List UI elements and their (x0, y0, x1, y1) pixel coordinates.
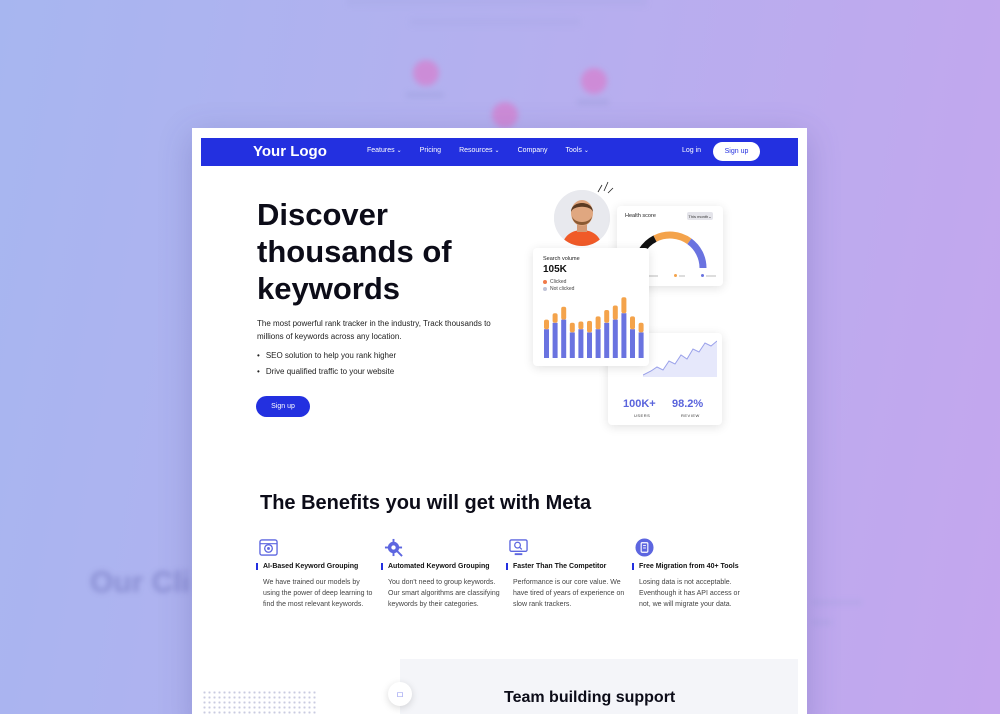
bar-clicked (569, 322, 575, 333)
background-label (406, 92, 444, 98)
bar-clicked (638, 322, 644, 333)
bar-chart (544, 297, 644, 358)
area-fill (643, 341, 717, 377)
person-illustration (554, 190, 610, 246)
users-label: USERS (634, 413, 651, 418)
ai-target-icon (259, 539, 278, 556)
bar-not-clicked (587, 332, 592, 358)
background-text-line (812, 620, 832, 625)
benefit-title: AI-Based Keyword Grouping (256, 563, 358, 570)
bar-clicked (587, 320, 592, 333)
benefit-title: Free Migration from 40+ Tools (632, 563, 739, 570)
bar-clicked (578, 321, 584, 330)
hero-description: The most powerful rank tracker in the in… (257, 319, 491, 341)
bar-clicked (612, 305, 618, 320)
chevron-down-icon: ⌄ (396, 148, 402, 154)
background-text-line (812, 600, 862, 605)
benefits-title: The Benefits you will get with Meta (260, 492, 592, 514)
benefit-desc: You don't need to group keywords. Our sm… (388, 579, 500, 608)
background-text-line (410, 18, 580, 26)
background-dot (413, 60, 439, 86)
avatar (554, 190, 610, 246)
nav-item-tools[interactable]: Tools ⌄ (566, 147, 589, 154)
logo[interactable]: Your Logo (253, 143, 327, 160)
background-text-line (347, 0, 647, 6)
gauge-segment (653, 231, 692, 245)
bar-not-clicked (595, 329, 601, 358)
search-volume-widget: Search volume 105K Clicked Not clicked (533, 248, 649, 366)
benefit-title: Faster Than The Competitor (506, 563, 606, 570)
background-heading: Our Cli (90, 566, 191, 599)
gear-tools-icon (384, 538, 403, 557)
bar-not-clicked (621, 313, 627, 358)
benefit-desc: Performance is our core value. We have t… (513, 579, 625, 608)
bar-clicked (544, 319, 549, 330)
background-dot (581, 68, 607, 94)
bar-not-clicked (578, 329, 584, 358)
period-dropdown[interactable]: This month ⌄ (687, 212, 713, 220)
nav-item-features[interactable]: Features ⌄ (367, 147, 402, 154)
bar-clicked (595, 316, 601, 330)
bar-not-clicked (638, 332, 644, 358)
bookmark-icon: □ (397, 689, 403, 699)
login-link[interactable]: Log in (682, 147, 701, 154)
bar-not-clicked (544, 329, 549, 358)
bar-clicked (630, 316, 635, 330)
sparkle-lines-icon (597, 181, 614, 194)
monitor-search-icon (509, 539, 528, 556)
benefit-desc: Losing data is not acceptable. Eventhoug… (639, 579, 740, 608)
health-score-title: Health score (625, 213, 656, 219)
nav-item-resources[interactable]: Resources ⌄ (459, 147, 500, 154)
hero-bullet: Drive qualified traffic to your website (257, 367, 396, 383)
signup-button-nav[interactable]: Sign up (713, 142, 760, 161)
migration-document-icon (635, 538, 654, 557)
hero-bullets: SEO solution to help you rank higher Dri… (257, 351, 396, 383)
bar-not-clicked (569, 332, 575, 358)
area-chart (643, 340, 717, 377)
hero-title: Discover thousands of keywords (257, 197, 452, 306)
benefit-desc: We have trained our models by using the … (263, 579, 373, 608)
benefit-title: Automated Keyword Grouping (381, 563, 490, 570)
bar-clicked (621, 297, 627, 314)
chevron-down-icon: ⌄ (583, 148, 589, 154)
hero-bullet: SEO solution to help you rank higher (257, 351, 396, 367)
bar-not-clicked (552, 322, 558, 358)
background-label (577, 99, 609, 105)
legend-not-clicked: Not clicked (543, 286, 574, 292)
users-value: 100K+ (623, 398, 656, 410)
search-volume-title: Search volume (543, 256, 580, 262)
top-navbar: Your Logo Features ⌄ Pricing Resources ⌄ C… (201, 138, 798, 166)
website-preview-card: Your Logo Features ⌄ Pricing Resources ⌄ C… (192, 128, 807, 714)
chevron-down-icon: ⌄ (494, 148, 500, 154)
bar-clicked (604, 310, 610, 323)
bar-not-clicked (630, 329, 635, 358)
bar-not-clicked (604, 322, 610, 358)
hero-signup-button[interactable]: Sign up (256, 396, 310, 417)
nav-links: Features ⌄ Pricing Resources ⌄ Company Too… (367, 147, 607, 154)
gauge-segment (687, 238, 707, 269)
bar-not-clicked (612, 319, 618, 358)
bookmark-button[interactable]: □ (388, 682, 412, 706)
nav-item-company[interactable]: Company (518, 147, 548, 154)
dots-pattern (202, 690, 317, 714)
background-dot (492, 102, 518, 128)
legend-clicked: Clicked (543, 279, 566, 285)
search-volume-value: 105K (543, 264, 567, 275)
bar-clicked (561, 306, 567, 320)
nav-item-pricing[interactable]: Pricing (420, 147, 441, 154)
bar-not-clicked (561, 319, 567, 358)
review-value: 98.2% (672, 398, 704, 410)
team-title: Team building support (504, 689, 676, 706)
bar-clicked (552, 313, 558, 323)
review-label: REVIEW (681, 413, 700, 418)
